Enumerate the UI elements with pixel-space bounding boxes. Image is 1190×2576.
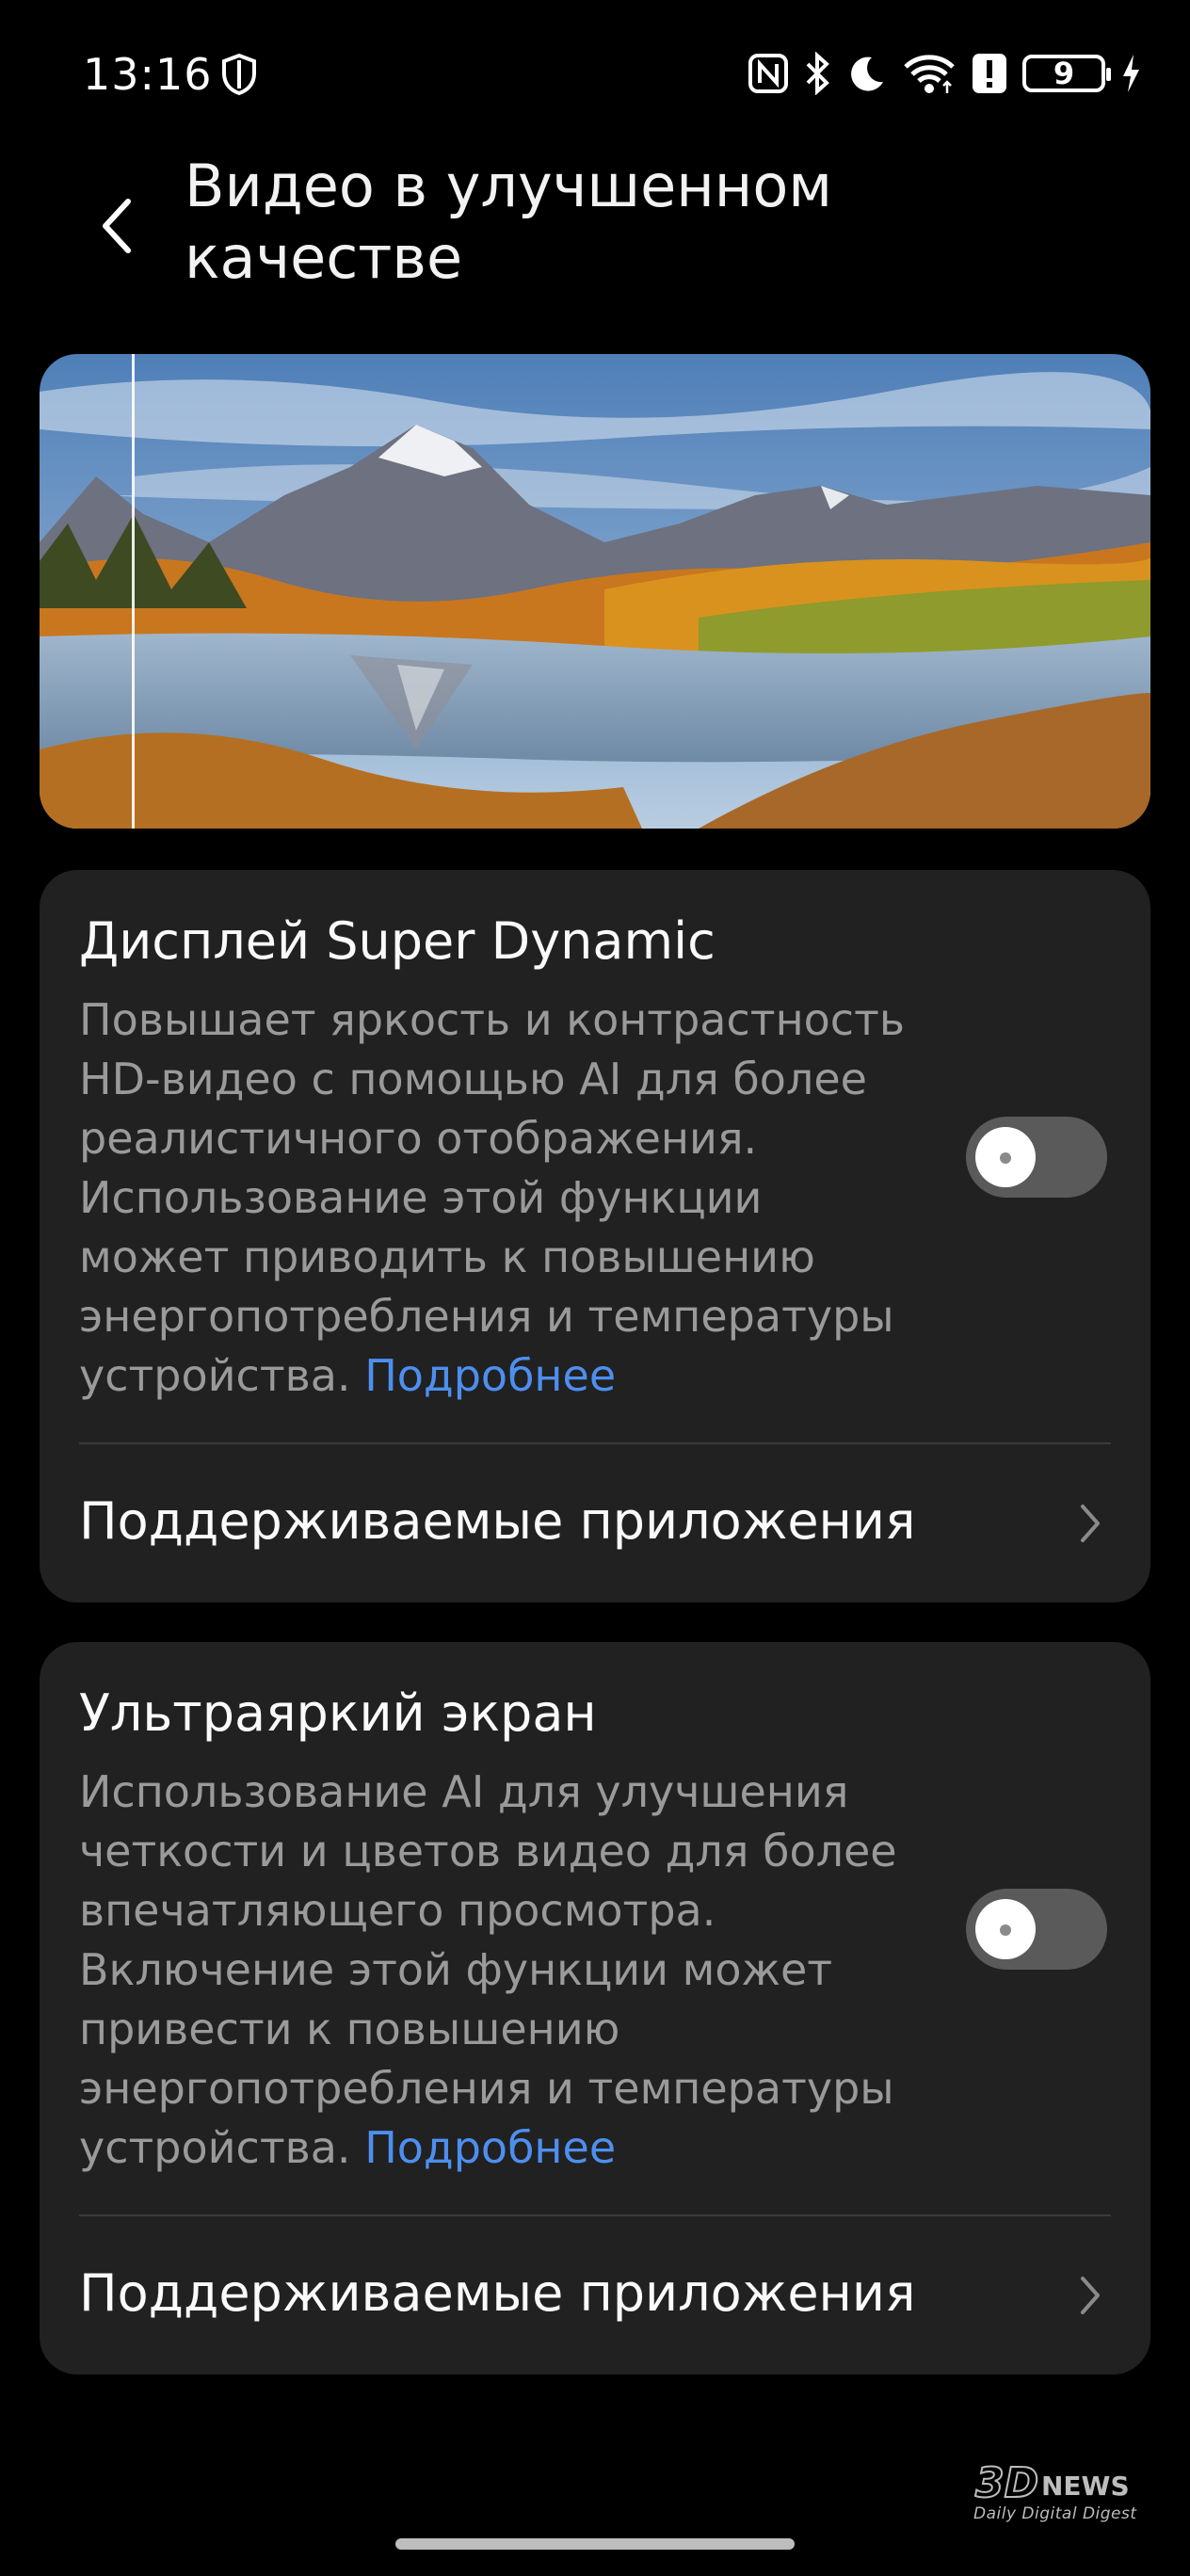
page-title-line1: Видео в улучшенном: [185, 152, 833, 220]
super-dynamic-supported-apps-row[interactable]: Поддерживаемые приложения: [40, 1446, 1150, 1602]
super-dynamic-card: Дисплей Super Dynamic Повышает яркость и…: [40, 870, 1150, 1602]
battery-level: 9: [1053, 56, 1075, 91]
super-dynamic-description-text: Повышает яркость и контрастность HD-виде…: [79, 994, 905, 1401]
chevron-right-icon: [1081, 2277, 1100, 2314]
page-title-line2: качестве: [185, 223, 463, 292]
back-arrow-icon[interactable]: [90, 188, 143, 264]
divider: [79, 1442, 1111, 1444]
battery-icon: 9: [1022, 55, 1111, 92]
toggle-knob: [975, 1899, 1036, 1959]
preview-image: [40, 354, 1150, 829]
status-bar: 13:16 9: [0, 0, 1190, 151]
nfc-icon: [748, 54, 788, 93]
ultra-bright-more-link[interactable]: Подробнее: [364, 2122, 616, 2173]
svg-text:3D: 3D: [975, 2459, 1038, 2507]
home-indicator[interactable]: [395, 2538, 795, 2550]
chevron-right-icon: [1081, 1505, 1100, 1542]
ultra-bright-card: Ультраяркий экран Использование AI для у…: [40, 1642, 1150, 2375]
status-time: 13:16: [83, 49, 213, 100]
super-dynamic-description: Повышает яркость и контрастность HD-виде…: [79, 990, 908, 1406]
ultra-bright-toggle[interactable]: [966, 1889, 1107, 1970]
watermark-subtitle: Daily Digital Digest: [973, 2504, 1137, 2523]
ultra-bright-description-text: Использование AI для улучшения четкости …: [79, 1766, 897, 2173]
ultra-bright-title: Ультраяркий экран: [79, 1683, 597, 1743]
moon-icon: [851, 56, 883, 91]
charging-icon: [1123, 55, 1139, 92]
toggle-knob: [975, 1127, 1036, 1187]
shield-icon: [222, 53, 256, 96]
wifi-icon: [904, 55, 955, 93]
ultra-bright-description: Использование AI для улучшения четкости …: [79, 1763, 908, 2178]
page-title: Видео в улучшенном качестве: [185, 151, 1032, 294]
divider: [79, 2214, 1111, 2216]
alert-icon: [973, 54, 1006, 93]
super-dynamic-title: Дисплей Super Dynamic: [79, 911, 716, 971]
supported-apps-label: Поддерживаемые приложения: [79, 2263, 916, 2323]
supported-apps-label: Поддерживаемые приложения: [79, 1491, 916, 1551]
watermark-text: NEWS: [1041, 2471, 1130, 2502]
super-dynamic-more-link[interactable]: Подробнее: [364, 1350, 616, 1401]
ultra-bright-supported-apps-row[interactable]: Поддерживаемые приложения: [40, 2218, 1150, 2375]
super-dynamic-toggle[interactable]: [966, 1117, 1107, 1198]
toggle-knob-dot: [1000, 1152, 1011, 1164]
bluetooth-icon: [806, 52, 829, 95]
toggle-knob-dot: [1000, 1924, 1011, 1936]
status-icons: 9: [748, 51, 1141, 96]
